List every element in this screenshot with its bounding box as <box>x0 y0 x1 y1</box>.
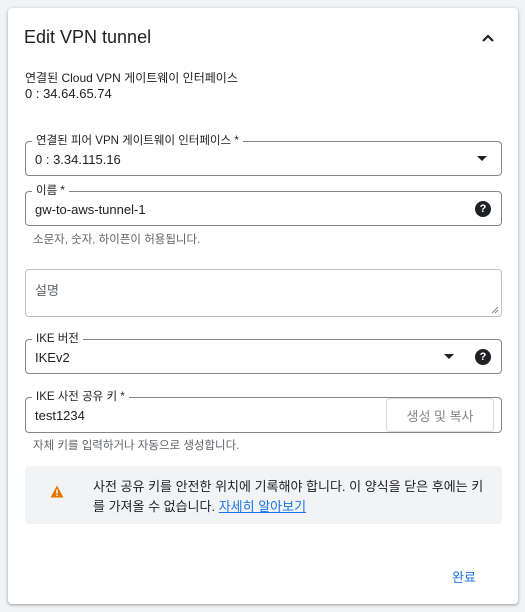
name-input[interactable]: gw-to-aws-tunnel-1 <box>35 202 146 217</box>
gateway-interface-value: 0 : 34.64.65.74 <box>25 86 112 101</box>
ike-version-label: IKE 버전 <box>32 332 83 346</box>
name-label: 이름 * <box>32 184 69 198</box>
psk-label: IKE 사전 공유 키 * <box>32 390 129 404</box>
dropdown-arrow-icon[interactable] <box>477 156 487 161</box>
collapse-button[interactable] <box>474 24 502 52</box>
done-button[interactable]: 완료 <box>448 563 480 590</box>
name-field[interactable]: 이름 * gw-to-aws-tunnel-1 ? <box>25 184 502 226</box>
chevron-up-icon <box>482 34 494 42</box>
ike-version-select[interactable]: IKE 버전 IKEv2 ? <box>25 332 502 374</box>
help-icon[interactable]: ? <box>475 349 491 365</box>
panel-title: Edit VPN tunnel <box>24 27 152 47</box>
description-textarea[interactable]: 설명 <box>25 269 502 317</box>
peer-interface-label: 연결된 피어 VPN 게이트웨이 인터페이스 * <box>32 134 243 148</box>
psk-input[interactable]: test1234 <box>35 408 85 423</box>
psk-hint: 자체 키를 입력하거나 자동으로 생성합니다. <box>33 440 240 452</box>
psk-field[interactable]: IKE 사전 공유 키 * test1234 생성 및 복사 <box>25 390 502 433</box>
resize-grip-icon[interactable] <box>491 306 499 314</box>
peer-interface-value: 0 : 3.34.115.16 <box>35 152 121 167</box>
help-icon[interactable]: ? <box>475 201 491 217</box>
dropdown-arrow-icon[interactable] <box>444 354 454 359</box>
name-hint: 소문자, 숫자, 하이픈이 허용됩니다. <box>33 234 201 246</box>
learn-more-link[interactable]: 자세히 알아보기 <box>219 499 306 514</box>
ike-version-value: IKEv2 <box>35 350 70 365</box>
gateway-interface-label: 연결된 Cloud VPN 게이트웨이 인터페이스 <box>25 71 238 85</box>
edit-vpn-tunnel-panel: Edit VPN tunnel 연결된 Cloud VPN 게이트웨이 인터페이… <box>8 8 518 604</box>
warning-icon <box>50 485 64 498</box>
peer-interface-select[interactable]: 연결된 피어 VPN 게이트웨이 인터페이스 * 0 : 3.34.115.16 <box>25 134 502 176</box>
warning-text: 사전 공유 키를 안전한 위치에 기록해야 합니다. 이 양식을 닫은 후에는 … <box>93 477 493 517</box>
description-placeholder: 설명 <box>35 283 59 298</box>
generate-copy-button[interactable]: 생성 및 복사 <box>386 398 494 432</box>
warning-banner: 사전 공유 키를 안전한 위치에 기록해야 합니다. 이 양식을 닫은 후에는 … <box>25 466 502 524</box>
